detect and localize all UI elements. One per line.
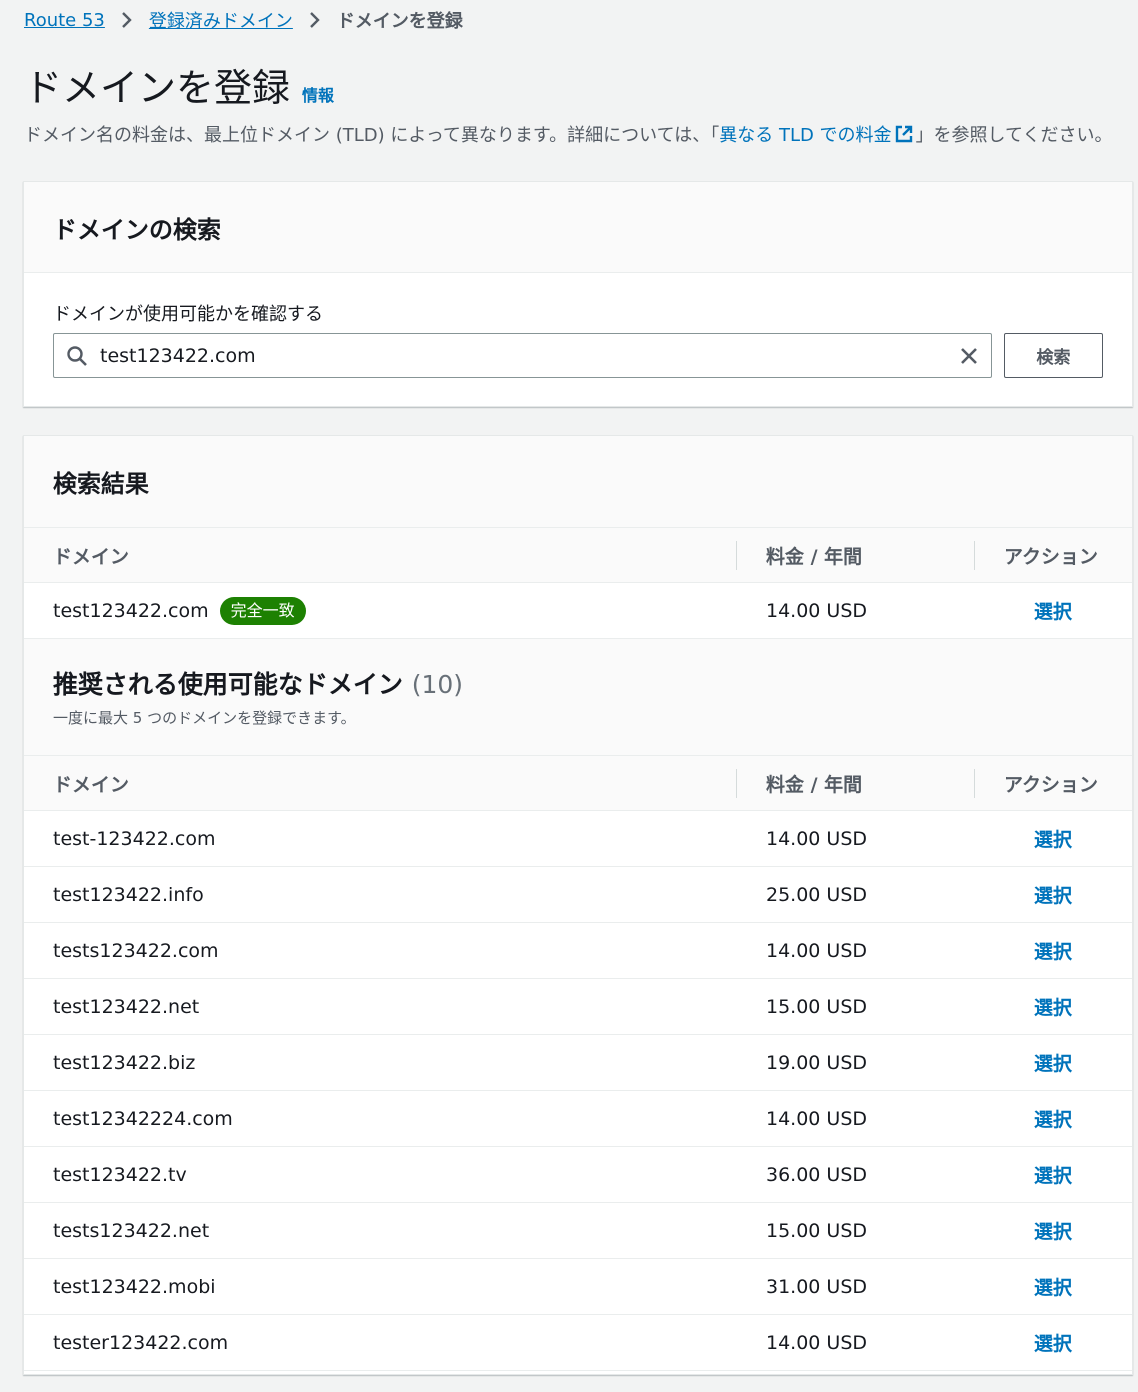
panel-header: 検索結果: [24, 436, 1132, 528]
select-button[interactable]: 選択: [1034, 1105, 1072, 1132]
domain-cell: test12342224.com: [53, 1107, 233, 1130]
table-row: tests123422.com 14.00 USD 選択: [24, 923, 1132, 979]
exact-match-badge: 完全一致: [219, 596, 306, 625]
suggested-title-text: 推奨される使用可能なドメイン: [53, 670, 404, 699]
column-divider: [974, 769, 975, 798]
select-button[interactable]: 選択: [1034, 1329, 1072, 1356]
search-field-label: ドメインが使用可能かを確認する: [53, 304, 323, 325]
column-divider: [736, 769, 737, 798]
close-icon[interactable]: [947, 346, 991, 366]
domain-cell: test123422.info: [53, 883, 204, 906]
search-icon: [54, 345, 100, 367]
select-button[interactable]: 選択: [1034, 1273, 1072, 1300]
domain-search-input[interactable]: [100, 344, 947, 367]
table-row: test123422.info 25.00 USD 選択: [24, 867, 1132, 923]
panel-header: ドメインの検索: [24, 182, 1132, 273]
table-header: ドメイン 料金 / 年間 アクション: [24, 528, 1132, 583]
table-row: test123422.biz 19.00 USD 選択: [24, 1035, 1132, 1091]
price-cell: 25.00 USD: [766, 883, 868, 906]
panel-title: ドメインの検索: [53, 215, 221, 244]
table-row: test12342224.com 14.00 USD 選択: [24, 1091, 1132, 1147]
suggested-count: (10): [411, 670, 464, 699]
search-results-panel: 検索結果 ドメイン 料金 / 年間 アクション test123422.com 完…: [23, 435, 1133, 1375]
column-divider: [974, 541, 975, 570]
table-row: tester123422.com 14.00 USD 選択: [24, 1315, 1132, 1371]
page-title: ドメインを登録: [24, 66, 291, 110]
price-cell: 14.00 USD: [766, 599, 868, 622]
domain-cell: tests123422.com: [53, 939, 219, 962]
search-button[interactable]: 検索: [1004, 333, 1103, 378]
select-button[interactable]: 選択: [1034, 881, 1072, 908]
price-cell: 15.00 USD: [766, 1219, 868, 1242]
suggested-subtitle: 一度に最大 5 つのドメインを登録できます。: [53, 709, 356, 727]
select-button[interactable]: 選択: [1034, 1161, 1072, 1188]
external-link-icon: [894, 124, 914, 153]
table-row: test123422.mobi 31.00 USD 選択: [24, 1259, 1132, 1315]
select-button[interactable]: 選択: [1034, 825, 1072, 852]
exact-match-row: test123422.com 完全一致 14.00 USD 選択: [24, 583, 1132, 639]
price-cell: 14.00 USD: [766, 1107, 868, 1130]
domain-cell: test123422.net: [53, 995, 200, 1018]
select-button[interactable]: 選択: [1034, 993, 1072, 1020]
column-header-action: アクション: [1004, 773, 1099, 796]
suggested-domains-title: 推奨される使用可能なドメイン (10): [53, 665, 463, 701]
column-header-price: 料金 / 年間: [766, 545, 863, 568]
table-row: test123422.tv 36.00 USD 選択: [24, 1147, 1132, 1203]
price-cell: 14.00 USD: [766, 827, 868, 850]
suggested-domains-header: 推奨される使用可能なドメイン (10) 一度に最大 5 つのドメインを登録できま…: [24, 639, 1132, 756]
domain-cell: tests123422.net: [53, 1219, 210, 1242]
table-row: tests123422.net 15.00 USD 選択: [24, 1203, 1132, 1259]
tld-pricing-link[interactable]: 異なる TLD での料金: [719, 125, 915, 146]
table-row: test-123422.com 14.00 USD 選択: [24, 811, 1132, 867]
column-divider: [736, 541, 737, 570]
domain-cell: test123422.tv: [53, 1163, 187, 1186]
breadcrumb: Route 53 登録済みドメイン ドメインを登録: [24, 6, 463, 34]
panel-title: 検索結果: [53, 470, 149, 498]
page-description: ドメイン名の料金は、最上位ドメイン (TLD) によって異なります。詳細について…: [24, 122, 1138, 153]
breadcrumb-link-route53[interactable]: Route 53: [24, 10, 105, 31]
chevron-right-icon: [105, 11, 149, 29]
price-cell: 15.00 USD: [766, 995, 868, 1018]
table-header: ドメイン 料金 / 年間 アクション: [24, 756, 1132, 811]
table-row: test123422.net 15.00 USD 選択: [24, 979, 1132, 1035]
select-button[interactable]: 選択: [1034, 597, 1072, 624]
chevron-right-icon: [293, 11, 337, 29]
domain-cell: test123422.biz: [53, 1051, 196, 1074]
price-cell: 36.00 USD: [766, 1163, 868, 1186]
domain-name: test123422.com: [53, 599, 209, 622]
price-cell: 14.00 USD: [766, 1331, 868, 1354]
column-header-domain: ドメイン: [53, 545, 130, 568]
breadcrumb-link-registered-domains[interactable]: 登録済みドメイン: [149, 7, 293, 33]
domain-cell: test123422.com 完全一致: [53, 596, 306, 625]
page-header: ドメインを登録 情報: [24, 62, 334, 114]
price-cell: 19.00 USD: [766, 1051, 868, 1074]
tld-pricing-link-label: 異なる TLD での料金: [719, 125, 892, 146]
description-text-after: 」を参照してください。: [915, 125, 1113, 146]
select-button[interactable]: 選択: [1034, 1217, 1072, 1244]
price-cell: 14.00 USD: [766, 939, 868, 962]
price-cell: 31.00 USD: [766, 1275, 868, 1298]
column-header-action: アクション: [1004, 545, 1099, 568]
domain-cell: tester123422.com: [53, 1331, 229, 1354]
search-field: [53, 333, 992, 378]
column-header-price: 料金 / 年間: [766, 773, 863, 796]
domain-cell: test123422.mobi: [53, 1275, 216, 1298]
description-text-before: ドメイン名の料金は、最上位ドメイン (TLD) によって異なります。詳細について…: [24, 125, 720, 146]
select-button[interactable]: 選択: [1034, 937, 1072, 964]
column-header-domain: ドメイン: [53, 773, 130, 796]
select-button[interactable]: 選択: [1034, 1049, 1072, 1076]
domain-cell: test-123422.com: [53, 827, 216, 850]
breadcrumb-current: ドメインを登録: [336, 11, 463, 32]
domain-search-panel: ドメインの検索 ドメインが使用可能かを確認する 検索: [23, 181, 1133, 407]
info-link[interactable]: 情報: [302, 82, 334, 106]
